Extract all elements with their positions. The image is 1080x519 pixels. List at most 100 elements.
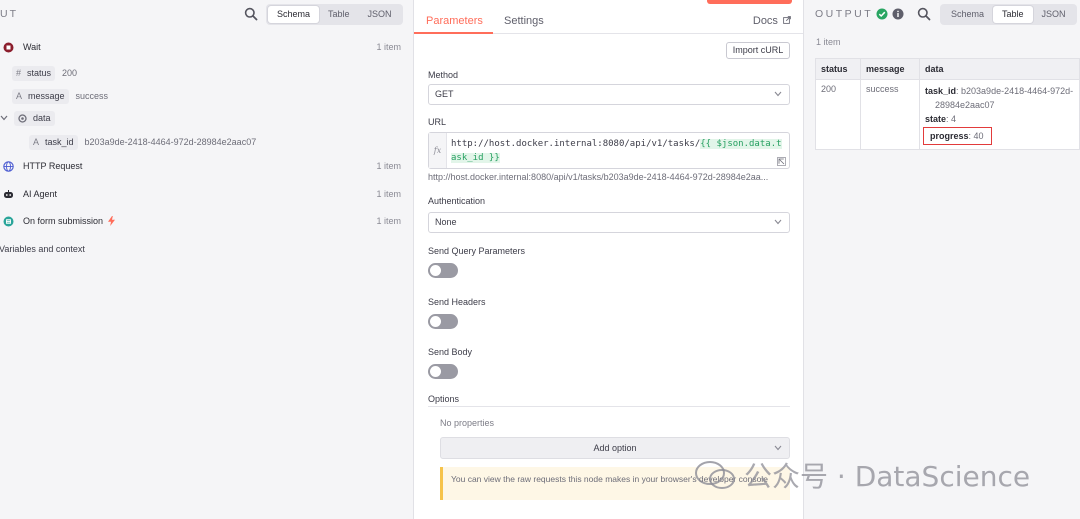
url-expression-code: http://host.docker.internal:8080/api/v1/…: [451, 137, 785, 165]
node-row-wait[interactable]: Wait 1 item: [3, 38, 413, 56]
search-icon[interactable]: [244, 7, 258, 21]
active-tab-indicator: [414, 32, 493, 34]
input-panel: UT Schema Table JSON Wait 1 item # statu…: [0, 0, 413, 519]
send-headers-toggle[interactable]: [428, 314, 458, 329]
tab-parameters[interactable]: Parameters: [426, 15, 483, 27]
node-row-on-form-submission[interactable]: On form submission 1 item: [3, 212, 413, 230]
variables-and-context[interactable]: Variables and context: [0, 240, 85, 258]
authentication-select-value: None: [435, 217, 457, 227]
node-row-http-request[interactable]: HTTP Request 1 item: [3, 157, 413, 175]
search-icon[interactable]: [917, 7, 931, 21]
expression-fx-icon: fx: [429, 133, 447, 168]
robot-icon: [4, 189, 13, 198]
string-type-icon: A: [33, 137, 40, 147]
node-name: HTTP Request: [23, 161, 83, 171]
output-panel-title: OUTPUT: [815, 8, 874, 20]
cell-status: 200: [815, 79, 861, 150]
input-view-json[interactable]: JSON: [359, 6, 401, 23]
field-status[interactable]: # status 200: [12, 64, 77, 82]
node-name: AI Agent: [23, 189, 58, 199]
data-progress: progress: 40: [923, 126, 1074, 145]
docs-label: Docs: [752, 15, 778, 27]
send-headers-label: Send Headers: [428, 297, 486, 307]
node-name: Wait: [23, 42, 41, 52]
progress-highlight-box: progress: 40: [923, 127, 992, 145]
form-trigger-icon: [3, 216, 14, 226]
input-view-table[interactable]: Table: [319, 6, 359, 23]
data-value: : 40: [968, 131, 984, 141]
output-panel: OUTPUT Schema Table JSON 1 item status m…: [804, 0, 1080, 519]
field-data[interactable]: data: [0, 109, 62, 127]
url-expression-input[interactable]: fx http://host.docker.internal:8080/api/…: [428, 132, 790, 169]
node-item-count: 1 item: [376, 42, 401, 52]
table-row: 200 success task_id: b203a9de-2418-4464-…: [815, 79, 1080, 150]
field-value: b203a9de-2418-4464-972d-28984e2aac07: [84, 137, 257, 147]
node-name: On form submission: [23, 216, 104, 226]
table-header-row: status message data: [815, 58, 1080, 80]
node-item-count: 1 item: [376, 189, 401, 199]
success-check-icon: [876, 8, 888, 20]
add-option-label: Add option: [593, 443, 637, 453]
lightning-bolt-icon: [108, 216, 116, 226]
method-label: Method: [428, 70, 459, 80]
chevron-down-icon: [774, 91, 782, 97]
chevron-down-icon[interactable]: [0, 115, 8, 121]
field-key-chip: A task_id: [29, 134, 78, 150]
object-type-icon: [18, 113, 27, 123]
authentication-label: Authentication: [428, 196, 486, 206]
variables-and-context-label: Variables and context: [0, 244, 85, 254]
output-view-switch: Schema Table JSON: [940, 4, 1077, 25]
output-view-schema[interactable]: Schema: [942, 6, 993, 23]
output-view-table[interactable]: Table: [993, 6, 1033, 23]
column-header-message: message: [860, 58, 920, 80]
url-expression-prefix: http://host.docker.internal:8080/api/v1/…: [451, 139, 701, 149]
send-query-parameters-label: Send Query Parameters: [428, 246, 526, 256]
docs-link[interactable]: Docs: [753, 15, 791, 27]
field-key-chip: # status: [12, 65, 56, 81]
field-message[interactable]: A message success: [12, 87, 108, 105]
input-view-schema[interactable]: Schema: [268, 6, 320, 23]
node-item-count: 1 item: [376, 161, 401, 171]
field-task-id[interactable]: A task_id b203a9de-2418-4464-972d-28984e…: [29, 133, 256, 151]
field-value: success: [75, 91, 109, 101]
field-key: task_id: [45, 137, 74, 147]
send-query-parameters-toggle[interactable]: [428, 263, 458, 278]
field-key: message: [28, 91, 65, 101]
expand-editor-icon[interactable]: [777, 157, 786, 166]
input-view-switch: Schema Table JSON: [266, 4, 403, 25]
chevron-down-icon: [774, 445, 782, 451]
output-item-count: 1 item: [816, 37, 841, 47]
parameter-tabs: Parameters Settings Docs: [414, 0, 803, 34]
authentication-select[interactable]: None: [428, 212, 790, 233]
options-divider: [428, 406, 790, 407]
field-key: data: [33, 113, 51, 123]
options-label: Options: [428, 394, 460, 404]
node-row-ai-agent[interactable]: AI Agent 1 item: [3, 185, 413, 203]
wait-node-icon: [3, 42, 14, 52]
globe-icon: [3, 160, 14, 172]
field-key-chip: A message: [12, 88, 69, 104]
string-type-icon: A: [16, 91, 23, 101]
method-select-value: GET: [435, 89, 454, 99]
data-key: task_id: [925, 86, 957, 96]
external-link-icon: [783, 16, 791, 24]
info-icon[interactable]: [892, 8, 904, 20]
url-resolved-preview: http://host.docker.internal:8080/api/v1/…: [428, 172, 769, 182]
column-header-status: status: [815, 58, 861, 80]
method-select[interactable]: GET: [428, 84, 790, 105]
cell-data: task_id: b203a9de-2418-4464-972d- 28984e…: [919, 79, 1080, 150]
field-key-chip: data: [14, 110, 55, 126]
node-parameters-panel: Parameters Settings Docs Import cURL Met…: [413, 0, 804, 519]
column-header-data: data: [919, 58, 1080, 80]
import-curl-button[interactable]: Import cURL: [726, 42, 790, 59]
input-panel-title: UT: [0, 8, 18, 20]
send-body-toggle[interactable]: [428, 364, 458, 379]
data-value: : 4: [946, 114, 957, 124]
data-task-id-wrap: 28984e2aac07: [935, 100, 995, 110]
data-state: state: 4: [925, 112, 1074, 126]
send-body-label: Send Body: [428, 347, 473, 357]
field-value: 200: [62, 68, 78, 78]
field-key: status: [27, 68, 52, 78]
tab-settings[interactable]: Settings: [504, 15, 544, 27]
output-view-json[interactable]: JSON: [1033, 6, 1075, 23]
